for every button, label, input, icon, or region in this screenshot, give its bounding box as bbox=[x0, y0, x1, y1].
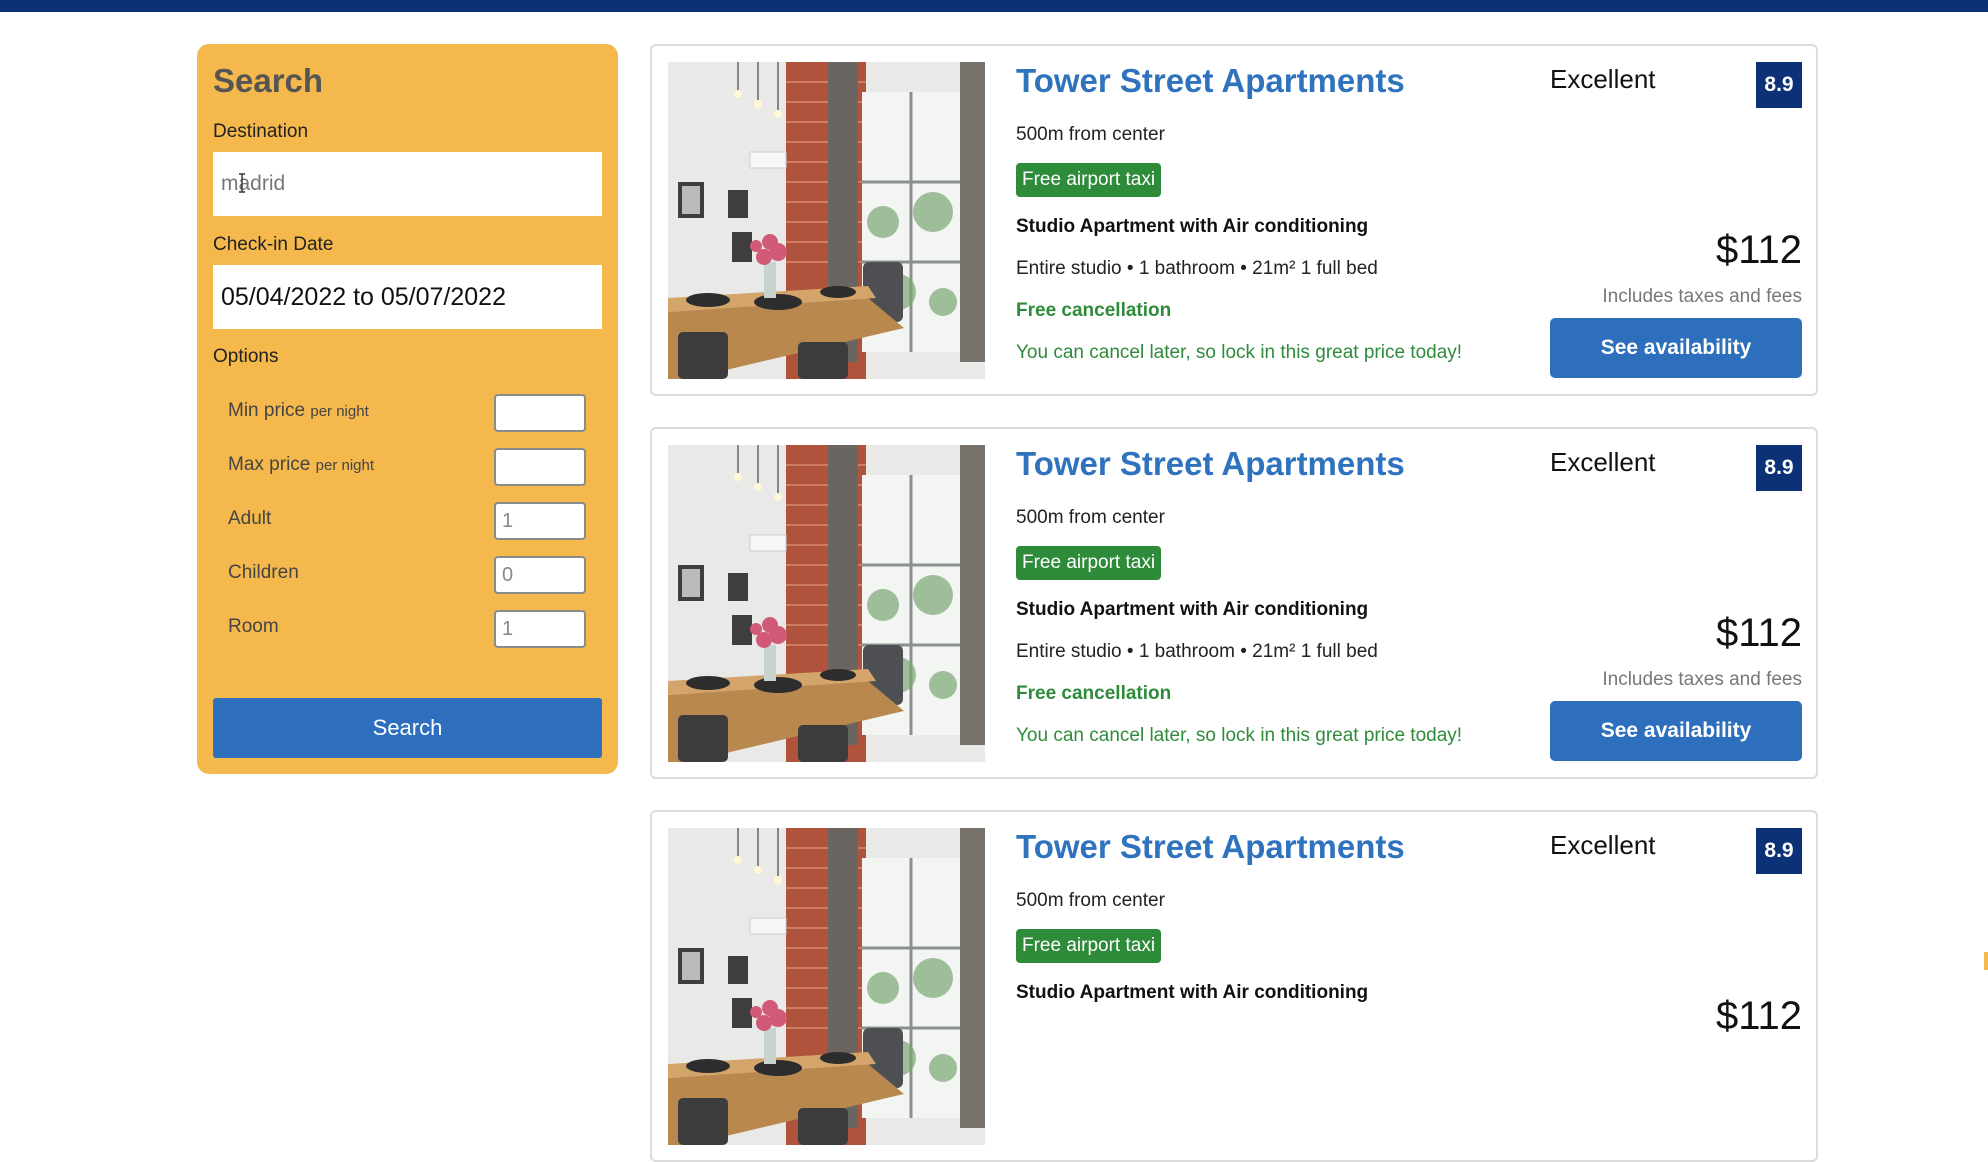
rating-badge: 8.9 bbox=[1756, 62, 1802, 108]
result-card: Tower Street Apartments 500m from center… bbox=[650, 810, 1818, 1162]
room-details: Entire studio • 1 bathroom • 21m² 1 full… bbox=[1016, 641, 1378, 662]
children-input[interactable]: 0 bbox=[494, 556, 586, 594]
search-panel: Search Destination madrid Check-in Date … bbox=[197, 44, 618, 774]
see-availability-button[interactable]: See availability bbox=[1550, 318, 1802, 378]
per-night-text: per night bbox=[310, 403, 369, 420]
hotel-name-link[interactable]: Tower Street Apartments bbox=[1016, 62, 1405, 100]
min-price-label: Min price per night bbox=[228, 400, 369, 421]
result-card: Tower Street Apartments 500m from center… bbox=[650, 427, 1818, 779]
edge-marker bbox=[1984, 952, 1988, 970]
free-cancellation-text: Free cancellation bbox=[1016, 300, 1172, 321]
price: $112 bbox=[1715, 611, 1802, 655]
price: $112 bbox=[1715, 994, 1802, 1038]
distance-text: 500m from center bbox=[1016, 890, 1165, 911]
adult-input[interactable]: 1 bbox=[494, 502, 586, 540]
price: $112 bbox=[1715, 228, 1802, 272]
room-photo[interactable] bbox=[668, 62, 985, 379]
tax-note: Includes taxes and fees bbox=[1602, 669, 1802, 690]
option-min-price: Min price per night bbox=[228, 394, 588, 434]
text-cursor-icon bbox=[239, 173, 245, 193]
distance-text: 500m from center bbox=[1016, 124, 1165, 145]
rating-text: Excellent bbox=[1550, 830, 1656, 860]
see-availability-button[interactable]: See availability bbox=[1550, 701, 1802, 761]
date-range-value: 05/04/2022 to 05/07/2022 bbox=[221, 282, 506, 311]
rating-text: Excellent bbox=[1550, 64, 1656, 94]
free-cancellation-text: Free cancellation bbox=[1016, 683, 1172, 704]
room-type: Studio Apartment with Air conditioning bbox=[1016, 599, 1369, 620]
top-nav-bar bbox=[0, 0, 1988, 12]
option-max-price: Max price per night bbox=[228, 448, 588, 488]
room-input[interactable]: 1 bbox=[494, 610, 586, 648]
option-room: Room 1 bbox=[228, 610, 588, 650]
taxi-badge: Free airport taxi bbox=[1016, 163, 1162, 197]
rating-badge: 8.9 bbox=[1756, 445, 1802, 491]
rating-text: Excellent bbox=[1550, 447, 1656, 477]
hotel-name-link[interactable]: Tower Street Apartments bbox=[1016, 828, 1405, 866]
cancellation-note: You can cancel later, so lock in this gr… bbox=[1016, 342, 1463, 363]
cancellation-note: You can cancel later, so lock in this gr… bbox=[1016, 725, 1463, 746]
options-label: Options bbox=[213, 346, 279, 367]
hotel-name-link[interactable]: Tower Street Apartments bbox=[1016, 445, 1405, 483]
date-range-input[interactable]: 05/04/2022 to 05/07/2022 bbox=[213, 265, 602, 329]
destination-label: Destination bbox=[213, 121, 309, 142]
per-night-text: per night bbox=[315, 457, 375, 474]
tax-note: Includes taxes and fees bbox=[1602, 286, 1802, 307]
max-price-label: Max price per night bbox=[228, 454, 375, 475]
search-title: Search bbox=[213, 62, 324, 99]
distance-text: 500m from center bbox=[1016, 507, 1165, 528]
taxi-badge: Free airport taxi bbox=[1016, 929, 1162, 963]
room-photo[interactable] bbox=[668, 828, 985, 1145]
children-label: Children bbox=[228, 562, 299, 583]
taxi-badge: Free airport taxi bbox=[1016, 546, 1162, 580]
result-card: Tower Street Apartments 500m from center… bbox=[650, 44, 1818, 396]
room-label: Room bbox=[228, 616, 279, 637]
destination-input[interactable]: madrid bbox=[213, 152, 602, 216]
room-type: Studio Apartment with Air conditioning bbox=[1016, 982, 1369, 1003]
room-details: Entire studio • 1 bathroom • 21m² 1 full… bbox=[1016, 258, 1378, 279]
min-price-input[interactable] bbox=[494, 394, 586, 432]
max-price-input[interactable] bbox=[494, 448, 586, 486]
adult-label: Adult bbox=[228, 508, 272, 529]
room-photo[interactable] bbox=[668, 445, 985, 762]
room-type: Studio Apartment with Air conditioning bbox=[1016, 216, 1369, 237]
search-button[interactable]: Search bbox=[213, 698, 602, 758]
option-adult: Adult 1 bbox=[228, 502, 588, 542]
option-children: Children 0 bbox=[228, 556, 588, 596]
checkin-label: Check-in Date bbox=[213, 234, 334, 255]
destination-value: madrid bbox=[221, 172, 286, 195]
rating-badge: 8.9 bbox=[1756, 828, 1802, 874]
